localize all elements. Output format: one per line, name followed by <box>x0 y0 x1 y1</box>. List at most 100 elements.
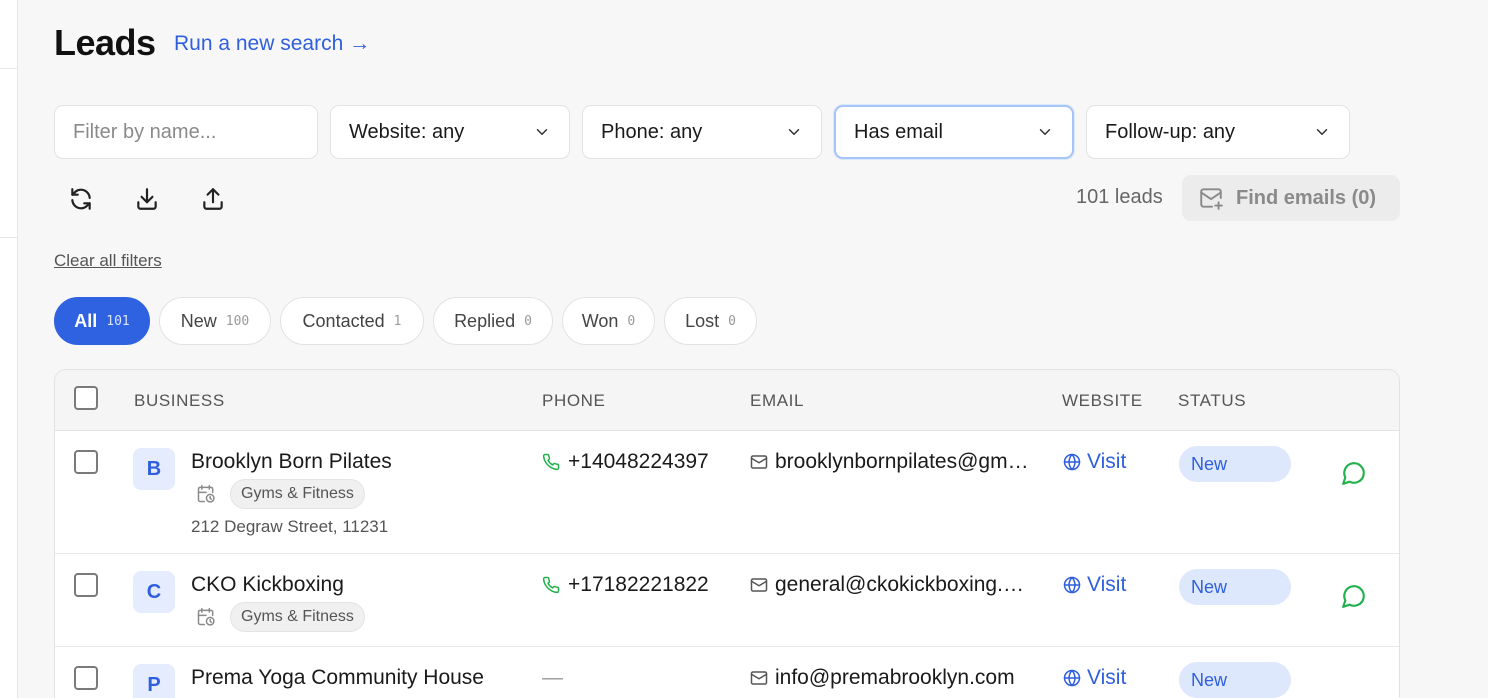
avatar: C <box>133 571 175 613</box>
name-filter-input[interactable] <box>73 120 299 144</box>
page-title: Leads <box>54 22 156 63</box>
tab-label: Replied <box>454 310 516 331</box>
email-cell[interactable]: brooklynbornpilates@gmail.com <box>750 450 1032 474</box>
followup-filter-value: Follow-up: any <box>1105 120 1236 143</box>
upload-icon[interactable] <box>200 186 226 212</box>
phone-number: +14048224397 <box>568 450 709 473</box>
phone-cell[interactable]: +17182221822 <box>542 573 709 597</box>
visit-label: Visit <box>1087 450 1127 473</box>
tab-count: 101 <box>106 313 130 329</box>
business-address: 212 Degraw Street, 11231 <box>191 517 389 536</box>
category-tag: Gyms & Fitness <box>230 602 365 632</box>
row-checkbox[interactable] <box>74 573 98 597</box>
tab-count: 100 <box>225 313 250 329</box>
find-emails-label: Find emails (0) <box>1236 186 1377 209</box>
row-checkbox[interactable] <box>74 450 98 474</box>
status-badge[interactable]: New <box>1179 662 1291 698</box>
tab-lost[interactable]: Lost 0 <box>664 297 757 345</box>
calendar-clock-icon[interactable] <box>196 484 216 504</box>
tab-count: 0 <box>728 313 736 329</box>
phone-filter-value: Phone: any <box>601 120 703 143</box>
refresh-icon[interactable] <box>68 186 94 212</box>
status-badge[interactable]: New <box>1179 569 1291 605</box>
column-header-phone[interactable]: PHONE <box>542 391 605 411</box>
phone-number: +17182221822 <box>568 573 709 596</box>
tab-count: 1 <box>393 313 402 329</box>
tab-contacted[interactable]: Contacted 1 <box>280 297 424 345</box>
website-filter-select[interactable]: Website: any <box>330 105 570 159</box>
table-row[interactable]: P Prema Yoga Community House — info@prem… <box>55 647 1399 698</box>
tab-new[interactable]: New 100 <box>159 297 271 345</box>
phone-icon <box>542 453 560 471</box>
column-header-website[interactable]: WEBSITE <box>1062 391 1143 411</box>
email-filter-select[interactable]: Has email <box>834 105 1074 159</box>
status-badge[interactable]: New <box>1179 446 1291 482</box>
email-address: brooklynbornpilates@gmail.com <box>775 450 1032 473</box>
phone-filter-select[interactable]: Phone: any <box>582 105 822 159</box>
find-emails-button[interactable]: Find emails (0) <box>1182 175 1400 221</box>
run-new-search-link[interactable]: Run a new search → <box>174 32 370 56</box>
column-header-status[interactable]: STATUS <box>1178 391 1246 411</box>
clear-all-filters-link[interactable]: Clear all filters <box>54 251 162 271</box>
download-icon[interactable] <box>134 186 160 212</box>
followup-filter-select[interactable]: Follow-up: any <box>1086 105 1350 159</box>
phone-empty: — <box>542 666 563 689</box>
select-all-checkbox[interactable] <box>74 386 98 410</box>
business-name[interactable]: Brooklyn Born Pilates <box>191 450 392 474</box>
email-cell[interactable]: info@premabrooklyn.com <box>750 666 1032 690</box>
leads-count: 101 leads <box>1076 186 1163 208</box>
table-header: BUSINESS PHONE EMAIL WEBSITE STATUS <box>55 370 1399 431</box>
tab-label: Lost <box>685 310 720 331</box>
leads-table: BUSINESS PHONE EMAIL WEBSITE STATUS B Br… <box>54 369 1400 698</box>
chevron-down-icon <box>536 129 548 135</box>
phone-cell[interactable]: +14048224397 <box>542 450 709 474</box>
tab-won[interactable]: Won 0 <box>562 297 655 345</box>
calendar-clock-icon[interactable] <box>196 607 216 627</box>
chat-icon[interactable] <box>1341 460 1367 486</box>
table-row[interactable]: B Brooklyn Born Pilates Gyms & Fitness 2… <box>55 431 1399 554</box>
tab-label: All <box>74 310 98 331</box>
tab-all[interactable]: All 101 <box>54 297 150 345</box>
mail-icon <box>750 578 768 592</box>
phone-icon <box>542 576 560 594</box>
mail-icon <box>750 455 768 469</box>
name-filter-field[interactable] <box>54 105 318 159</box>
globe-icon <box>1063 669 1081 687</box>
chat-icon[interactable] <box>1341 583 1367 609</box>
visit-label: Visit <box>1087 666 1127 689</box>
business-name[interactable]: Prema Yoga Community House <box>191 666 484 690</box>
table-row[interactable]: C CKO Kickboxing Gyms & Fitness +1718222… <box>55 554 1399 647</box>
tab-count: 0 <box>524 313 532 329</box>
visit-label: Visit <box>1087 573 1127 596</box>
visit-website-link[interactable]: Visit <box>1063 450 1126 474</box>
tab-label: Won <box>581 310 619 331</box>
tab-label: New <box>180 310 217 331</box>
tab-replied[interactable]: Replied 0 <box>433 297 553 345</box>
left-sidebar-edge <box>0 0 18 698</box>
chevron-down-icon <box>1039 129 1051 135</box>
visit-website-link[interactable]: Visit <box>1063 573 1126 597</box>
globe-icon <box>1063 453 1081 471</box>
sidebar-divider <box>0 237 18 238</box>
avatar: B <box>133 448 175 490</box>
row-checkbox[interactable] <box>74 666 98 690</box>
email-filter-value: Has email <box>854 120 943 143</box>
sidebar-divider <box>0 68 18 69</box>
visit-website-link[interactable]: Visit <box>1063 666 1126 690</box>
category-tag: Gyms & Fitness <box>230 479 365 509</box>
website-filter-value: Website: any <box>349 120 465 143</box>
business-name[interactable]: CKO Kickboxing <box>191 573 344 597</box>
column-header-business[interactable]: BUSINESS <box>134 391 225 411</box>
mail-icon <box>750 671 768 685</box>
mail-plus-icon <box>1200 188 1223 210</box>
globe-icon <box>1063 576 1081 594</box>
email-address: general@ckokickboxing.com <box>775 573 1032 596</box>
tab-count: 0 <box>627 313 636 329</box>
email-address: info@premabrooklyn.com <box>775 666 1015 689</box>
avatar: P <box>133 664 175 698</box>
column-header-email[interactable]: EMAIL <box>750 391 804 411</box>
chevron-down-icon <box>788 129 800 135</box>
email-cell[interactable]: general@ckokickboxing.com <box>750 573 1032 597</box>
tab-label: Contacted <box>302 310 385 331</box>
chevron-down-icon <box>1316 129 1328 135</box>
